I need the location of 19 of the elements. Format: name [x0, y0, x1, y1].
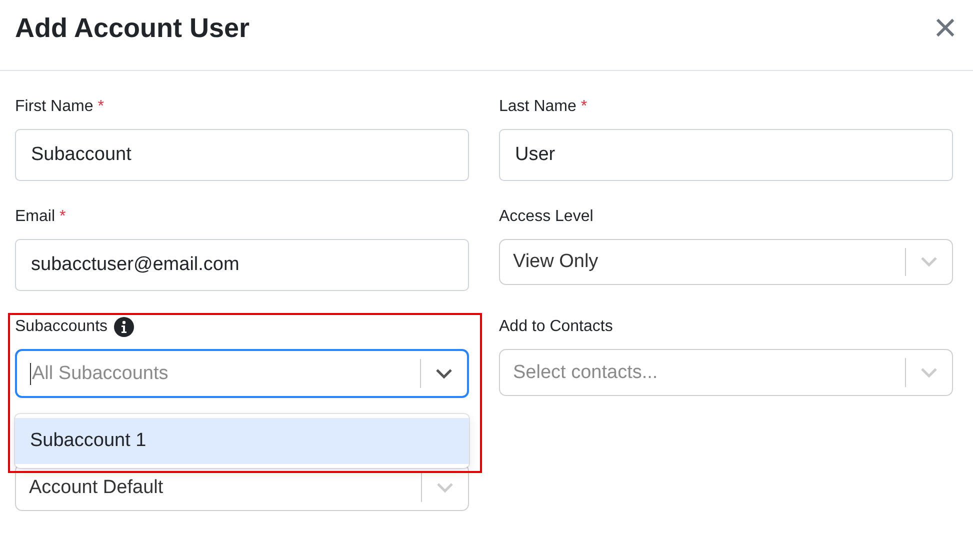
field-label: Add to Contacts: [499, 318, 613, 336]
info-icon[interactable]: [114, 317, 134, 337]
field-label: Email *: [15, 208, 66, 226]
dialog-title: Add Account User: [15, 12, 250, 44]
chevron-down-icon: [920, 256, 938, 268]
text-field[interactable]: User: [499, 129, 953, 181]
close-button[interactable]: ×: [934, 8, 957, 48]
field-label: Subaccounts: [15, 318, 108, 336]
dropdown-option[interactable]: Subaccount 1: [15, 418, 469, 464]
field-label: Last Name *: [499, 98, 588, 116]
text-field[interactable]: subacctuser@email.com: [15, 239, 469, 291]
chevron-down-icon: [920, 366, 938, 378]
chevron-down-icon: [435, 368, 453, 380]
field-label: First Name *: [15, 98, 104, 116]
field-label: Access Level: [499, 208, 594, 226]
select-field[interactable]: Account Default: [15, 464, 469, 511]
text-field[interactable]: Subaccount: [15, 129, 469, 181]
select-field[interactable]: View Only: [499, 239, 953, 285]
chevron-down-icon: [436, 482, 454, 494]
